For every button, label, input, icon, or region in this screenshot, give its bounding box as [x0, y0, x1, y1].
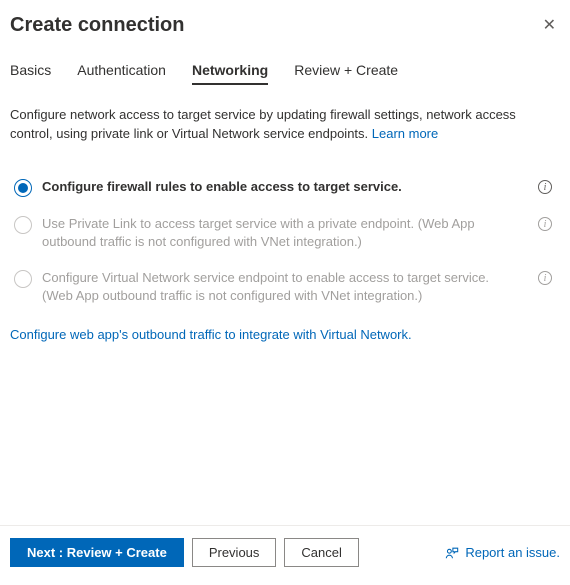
radio-icon[interactable] [14, 179, 32, 197]
learn-more-link[interactable]: Learn more [372, 126, 438, 141]
tab-networking[interactable]: Networking [192, 56, 268, 84]
tab-strip: Basics Authentication Networking Review … [10, 56, 560, 84]
close-icon[interactable]: ✕ [539, 14, 560, 38]
option-private-link-label: Use Private Link to access target servic… [42, 215, 528, 251]
report-issue-label: Report an issue. [465, 545, 560, 560]
tab-review-create[interactable]: Review + Create [294, 56, 398, 84]
option-vnet-endpoint-label: Configure Virtual Network service endpoi… [42, 269, 528, 305]
dialog-title: Create connection [10, 14, 184, 37]
option-private-link: Use Private Link to access target servic… [10, 209, 560, 263]
cancel-button[interactable]: Cancel [284, 538, 358, 567]
option-firewall[interactable]: Configure firewall rules to enable acces… [10, 172, 560, 209]
person-feedback-icon [445, 546, 459, 560]
info-icon[interactable]: i [538, 180, 552, 194]
tab-basics[interactable]: Basics [10, 56, 51, 84]
tab-description: Configure network access to target servi… [10, 84, 560, 144]
radio-icon [14, 216, 32, 234]
next-button[interactable]: Next : Review + Create [10, 538, 184, 567]
option-vnet-endpoint: Configure Virtual Network service endpoi… [10, 263, 560, 317]
tab-authentication[interactable]: Authentication [77, 56, 166, 84]
info-icon[interactable]: i [538, 217, 552, 231]
option-firewall-label: Configure firewall rules to enable acces… [42, 178, 528, 196]
dialog-header: Create connection ✕ [10, 10, 560, 56]
configure-outbound-link[interactable]: Configure web app's outbound traffic to … [10, 317, 560, 342]
previous-button[interactable]: Previous [192, 538, 277, 567]
info-icon[interactable]: i [538, 271, 552, 285]
networking-options: Configure firewall rules to enable acces… [10, 144, 560, 318]
radio-icon [14, 270, 32, 288]
report-issue-link[interactable]: Report an issue. [445, 545, 560, 560]
description-text: Configure network access to target servi… [10, 107, 516, 141]
dialog-footer: Next : Review + Create Previous Cancel R… [0, 525, 570, 585]
